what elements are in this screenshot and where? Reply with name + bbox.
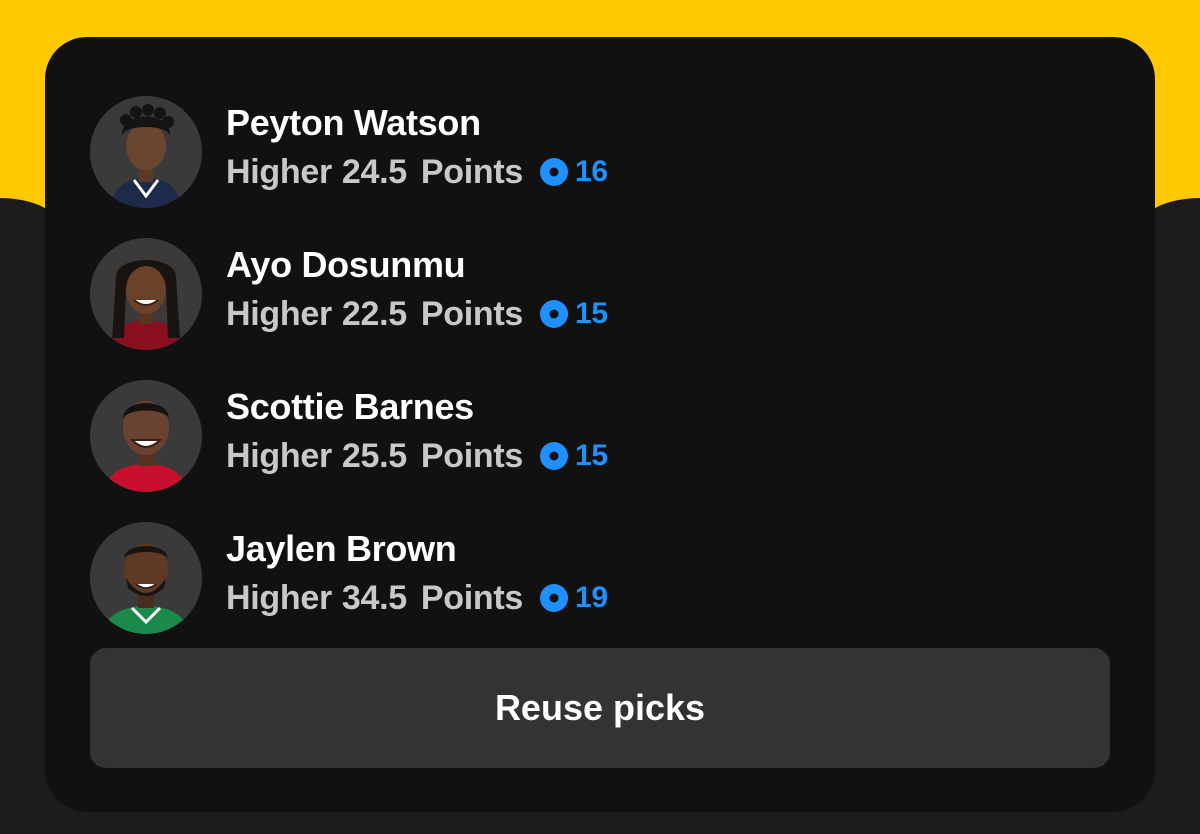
player-headshot-icon	[90, 380, 202, 492]
coin-count: 15	[539, 430, 608, 482]
coin-value: 16	[574, 155, 608, 188]
player-name: Ayo Dosunmu	[226, 244, 466, 285]
pick-line-value: 22.5	[341, 295, 407, 333]
coin-icon	[539, 300, 568, 328]
pick-direction: Higher	[226, 437, 332, 475]
pick-direction: Higher	[226, 579, 332, 617]
pick-projection: Higher 34.5 Points 19	[226, 572, 608, 624]
coin-icon	[539, 158, 568, 186]
pick-details: Scottie Barnes Higher 25.5 Points 15	[226, 384, 608, 482]
pick-direction: Higher	[226, 295, 332, 333]
player-avatar	[90, 522, 202, 634]
pick-projection: Higher 25.5 Points 15	[226, 430, 608, 482]
pick-projection: Higher 22.5 Points 15	[226, 288, 608, 340]
pick-row[interactable]: Jaylen Brown Higher 34.5 Points 19	[90, 507, 1110, 649]
coin-icon	[539, 442, 568, 470]
coin-count: 15	[539, 288, 608, 340]
coin-icon	[539, 584, 568, 612]
coin-count: 19	[539, 572, 608, 624]
player-name: Scottie Barnes	[226, 386, 474, 427]
coin-value: 15	[574, 297, 608, 330]
player-name: Peyton Watson	[226, 102, 481, 143]
pick-row[interactable]: Ayo Dosunmu Higher 22.5 Points 15	[90, 223, 1110, 365]
pick-line-value: 25.5	[341, 437, 407, 475]
pick-direction: Higher	[226, 153, 332, 191]
pick-row[interactable]: Peyton Watson Higher 24.5 Points 16	[90, 81, 1110, 223]
pick-details: Peyton Watson Higher 24.5 Points 16	[226, 100, 608, 198]
pick-list: Peyton Watson Higher 24.5 Points 16 Ayo …	[90, 81, 1110, 649]
coin-value: 15	[574, 439, 608, 472]
pick-stat: Points	[420, 295, 523, 333]
pick-details: Ayo Dosunmu Higher 22.5 Points 15	[226, 242, 608, 340]
app-screen: Peyton Watson Higher 24.5 Points 16 Ayo …	[0, 0, 1200, 834]
player-headshot-icon	[90, 238, 202, 350]
pick-line-value: 24.5	[341, 153, 407, 191]
pick-stat: Points	[420, 153, 523, 191]
pick-details: Jaylen Brown Higher 34.5 Points 19	[226, 526, 608, 624]
pick-row[interactable]: Scottie Barnes Higher 25.5 Points 15	[90, 365, 1110, 507]
player-headshot-icon	[90, 522, 202, 634]
player-name: Jaylen Brown	[226, 528, 457, 569]
pick-projection: Higher 24.5 Points 16	[226, 146, 608, 198]
reuse-picks-button[interactable]: Reuse picks	[90, 648, 1110, 768]
player-headshot-icon	[90, 96, 202, 208]
player-avatar	[90, 96, 202, 208]
player-avatar	[90, 238, 202, 350]
coin-value: 19	[574, 581, 608, 614]
coin-count: 16	[539, 146, 608, 198]
player-avatar	[90, 380, 202, 492]
pick-stat: Points	[420, 579, 523, 617]
pick-stat: Points	[420, 437, 523, 475]
pick-line-value: 34.5	[341, 579, 407, 617]
